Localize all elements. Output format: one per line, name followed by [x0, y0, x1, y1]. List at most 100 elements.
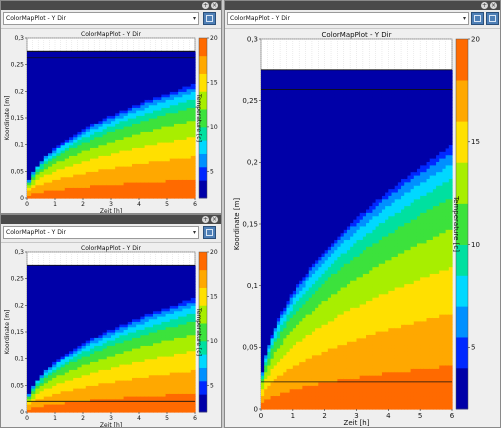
- heatmap-cell: [144, 265, 150, 269]
- heatmap-cell: [85, 265, 91, 269]
- float-icon[interactable]: +: [202, 2, 209, 9]
- colorbar-segment: [199, 55, 207, 74]
- panel-toolbar: ColorMapPlot - Y Dir ▾: [1, 224, 221, 243]
- x-axis-label: Zeit [h]: [100, 422, 122, 428]
- heatmap-cell: [73, 265, 78, 269]
- y-tick-label: 0,3: [14, 249, 24, 256]
- heatmap-chart: ColorMapPlot - Y Dir0 1 2 3 4 5 600,050,10,150…: [233, 31, 480, 427]
- colorbar-segment: [199, 380, 207, 395]
- heatmap-cell: [148, 265, 154, 269]
- colorbar-tick-label: 15: [210, 293, 218, 300]
- heatmap-cell: [27, 51, 32, 55]
- chevron-down-icon: ▾: [462, 15, 466, 22]
- heatmap-cell: [186, 51, 192, 55]
- heatmap-cell: [165, 265, 171, 269]
- heatmap-cell: [102, 51, 108, 55]
- colorbar-tick-label: 5: [210, 382, 214, 389]
- heatmap-cell: [132, 265, 137, 269]
- heatmap-cell: [111, 265, 116, 269]
- heatmap-cell: [106, 265, 112, 269]
- heatmap-cell: [119, 51, 125, 55]
- panel-titlebar: + ×: [1, 215, 221, 224]
- x-tick-label: 2: [81, 201, 85, 208]
- heatmap-cell: [132, 51, 137, 55]
- dock-toggle-icon[interactable]: [203, 12, 216, 25]
- heatmap-cell: [60, 265, 66, 269]
- heatmap-cell: [140, 51, 146, 55]
- heatmap-cell: [102, 265, 108, 269]
- y-tick-label: 0,2: [14, 88, 24, 95]
- colorbar-segment: [199, 166, 207, 181]
- heatmap-cell: [98, 51, 104, 55]
- heatmap-cell: [64, 51, 70, 55]
- colorbar-label: Temperature [c]: [195, 93, 202, 142]
- colorbar-segment: [199, 252, 207, 271]
- y-tick-label: 0,05: [11, 382, 25, 389]
- heatmap-cell: [52, 51, 57, 55]
- y-tick-label: 0,15: [11, 115, 25, 122]
- heatmap-cell: [165, 51, 171, 55]
- heatmap-cell: [115, 51, 120, 55]
- heatmap-cell: [56, 51, 62, 55]
- plot-selector-value: ColorMapPlot - Y Dir: [6, 229, 66, 236]
- colorbar-segment: [199, 354, 207, 368]
- heatmap-cell: [77, 51, 83, 55]
- plot-selector[interactable]: ColorMapPlot - Y Dir ▾: [227, 12, 469, 25]
- colorbar-segment: [199, 73, 207, 92]
- heatmap-cell: [157, 51, 162, 55]
- chart-title: ColorMapPlot - Y Dir: [81, 245, 141, 252]
- heatmap-cell: [90, 51, 95, 55]
- dock-toggle-icon[interactable]: [471, 12, 484, 25]
- colorbar-segment: [199, 394, 207, 413]
- plot-area: ColorMapPlot - Y Dir 0 1 2 3 4 5 6 0 0,05 0,1 0,15 0…: [1, 29, 221, 213]
- close-icon[interactable]: ×: [490, 2, 497, 9]
- settings-icon[interactable]: [486, 12, 499, 25]
- x-tick-label: 0: [25, 201, 29, 208]
- x-tick-label: 0: [25, 415, 29, 422]
- heatmap-cell: [85, 51, 91, 55]
- colorbar-segment: [199, 269, 207, 288]
- close-icon[interactable]: ×: [211, 216, 218, 223]
- plot-area: ColorMapPlot - Y Dir 0 1 2 3 4 5 6 0 0,05 0,1 0,15 0…: [1, 243, 221, 427]
- heatmap-cell: [161, 265, 167, 269]
- heatmap-cell: [153, 265, 158, 269]
- x-tick-label: 6: [193, 201, 197, 208]
- heatmap-cell: [77, 265, 83, 269]
- colorbar-label: Temperature [c]: [195, 307, 202, 356]
- float-icon[interactable]: +: [481, 2, 488, 9]
- heatmap-cell: [148, 51, 154, 55]
- chart-title: ColorMapPlot - Y Dir: [322, 31, 392, 39]
- close-icon[interactable]: ×: [211, 2, 218, 9]
- heatmap-chart: ColorMapPlot - Y Dir0 1 2 3 4 5 600,050,10,150…: [4, 245, 218, 428]
- heatmap-cell: [106, 51, 112, 55]
- heatmap-cell: [115, 265, 120, 269]
- y-tick-label: 0,3: [14, 35, 24, 42]
- heatmap-cell: [48, 265, 53, 269]
- dock-toggle-icon[interactable]: [203, 226, 216, 239]
- plot-area: ColorMapPlot - Y Dir 0 1 2 3 4 5 6 0 0,05 0,1 0,15 0…: [225, 29, 500, 427]
- x-tick-label: 6: [193, 415, 197, 422]
- plot-selector[interactable]: ColorMapPlot - Y Dir ▾: [3, 226, 199, 239]
- plot-selector-value: ColorMapPlot - Y Dir: [6, 15, 66, 22]
- colorbar-tick-label: 10: [210, 124, 218, 131]
- colorbar-segment: [199, 153, 207, 168]
- panel-titlebar: + ×: [1, 1, 221, 10]
- heatmap-cell: [73, 51, 78, 55]
- y-axis-label: Koordinate [m]: [4, 96, 11, 141]
- heatmap-cell: [39, 51, 45, 55]
- heatmap-cell: [169, 265, 175, 269]
- x-tick-label: 4: [137, 415, 141, 422]
- float-icon[interactable]: +: [202, 216, 209, 223]
- heatmap-cell: [127, 51, 133, 55]
- x-tick-label: 1: [53, 201, 57, 208]
- y-tick-label: 0: [20, 195, 24, 202]
- heatmap-cell: [94, 51, 99, 55]
- chevron-down-icon: ▾: [192, 15, 196, 22]
- plot-selector[interactable]: ColorMapPlot - Y Dir ▾: [3, 12, 199, 25]
- heatmap-cell: [69, 265, 74, 269]
- heatmap-cell: [43, 265, 49, 269]
- colorbar-tick-label: 20: [210, 249, 218, 256]
- heatmap-cell: [111, 51, 116, 55]
- heatmap-cell: [144, 51, 150, 55]
- colorbar-segment: [199, 367, 207, 382]
